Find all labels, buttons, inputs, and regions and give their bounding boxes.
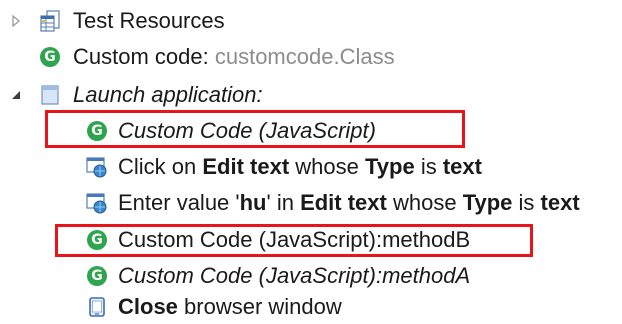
collapse-arrow-icon[interactable] bbox=[8, 87, 24, 103]
text-part: Enter value ' bbox=[118, 190, 240, 215]
table-icon bbox=[39, 10, 61, 32]
text-part: Click on bbox=[118, 154, 203, 179]
text-part: browser window bbox=[177, 294, 342, 319]
bold-part: Close bbox=[118, 294, 178, 319]
text-part: is bbox=[512, 190, 541, 215]
test-step-icon bbox=[39, 84, 61, 106]
bold-part: Edit text bbox=[300, 190, 387, 215]
custom-code-icon: G bbox=[39, 46, 61, 68]
web-action-icon bbox=[86, 156, 108, 178]
text-part: whose bbox=[289, 154, 365, 179]
bold-part: Edit text bbox=[202, 154, 290, 179]
bold-part: hu bbox=[239, 190, 267, 215]
tree-item-click-step[interactable]: Click on Edit text whose Type is text bbox=[0, 150, 622, 184]
tree-item-launch-application[interactable]: Launch application: bbox=[0, 78, 622, 112]
custom-code-prefix: Custom code: bbox=[73, 44, 215, 69]
custom-code-icon: G bbox=[86, 265, 108, 287]
tree-item-close-step[interactable]: Close browser window bbox=[0, 290, 622, 324]
bold-part: text bbox=[442, 154, 482, 179]
text-part: is bbox=[414, 154, 443, 179]
tree-item-method-a[interactable]: G Custom Code (JavaScript):methodA bbox=[0, 259, 622, 293]
tree-item-label: Launch application: bbox=[73, 82, 263, 107]
text-part: ' in bbox=[266, 190, 301, 215]
class-name: customcode.Class bbox=[214, 44, 395, 69]
tree-item-label: Click on Edit text whose Type is text bbox=[118, 154, 482, 180]
expand-arrow-icon[interactable] bbox=[8, 13, 24, 29]
tree-item-label: Test Resources bbox=[73, 8, 225, 33]
highlight-box bbox=[45, 110, 465, 148]
bold-part: Type bbox=[364, 154, 415, 179]
tree-item-custom-code-class[interactable]: G Custom code: customcode.Class bbox=[0, 40, 622, 74]
highlight-box bbox=[55, 224, 533, 257]
tree-item-label: Custom code: customcode.Class bbox=[73, 44, 395, 70]
web-action-icon bbox=[86, 192, 108, 214]
tree-item-test-resources[interactable]: Test Resources bbox=[0, 4, 622, 38]
bold-part: Type bbox=[462, 190, 513, 215]
tree-item-enter-step[interactable]: Enter value 'hu' in Edit text whose Type… bbox=[0, 186, 622, 220]
tree-item-label: Enter value 'hu' in Edit text whose Type… bbox=[118, 190, 580, 216]
device-icon bbox=[86, 296, 108, 318]
tree-item-label: Custom Code (JavaScript):methodA bbox=[118, 263, 471, 288]
text-part: whose bbox=[386, 190, 463, 215]
bold-part: text bbox=[540, 190, 580, 215]
tree-item-label: Close browser window bbox=[118, 294, 342, 320]
